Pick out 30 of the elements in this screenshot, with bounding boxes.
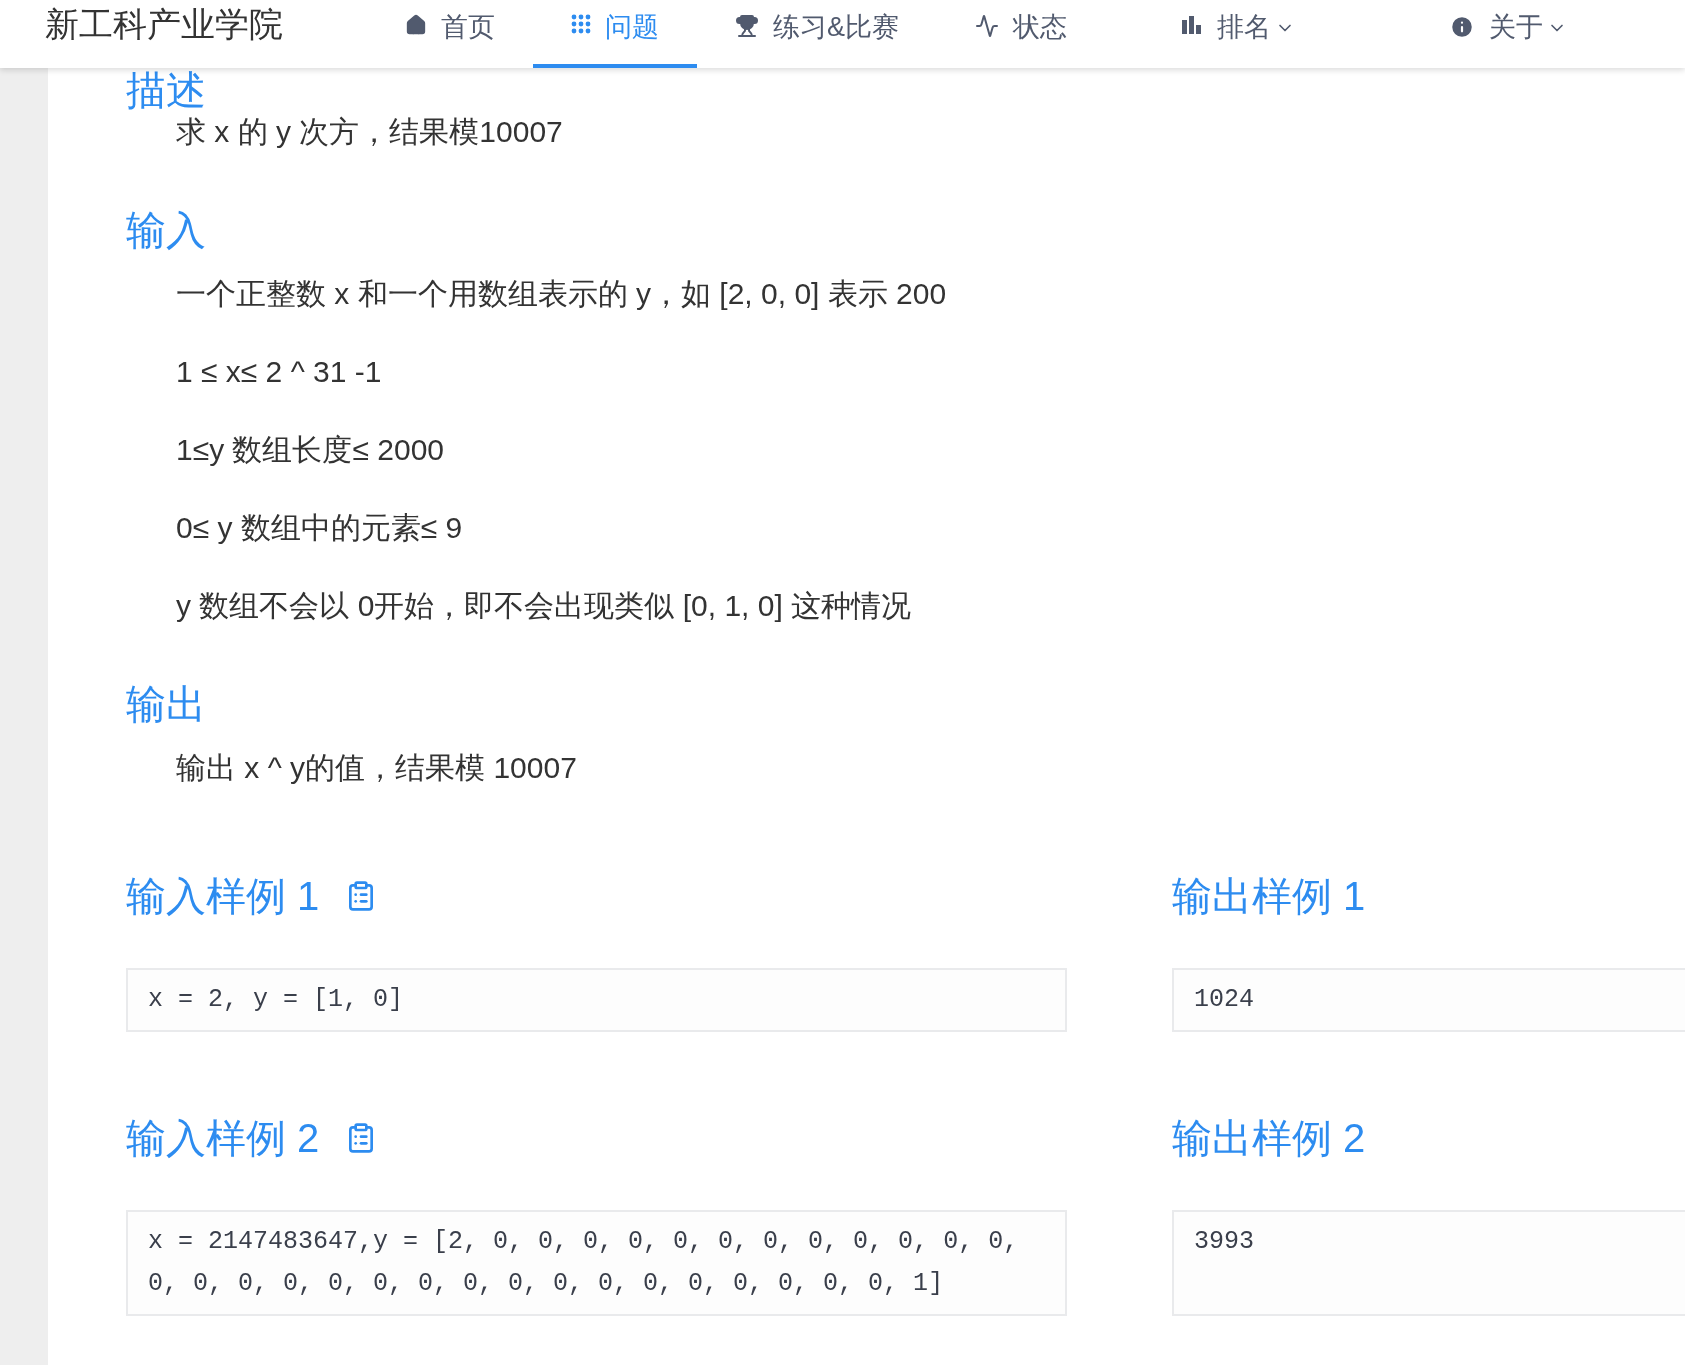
nav-menu-item[interactable]: 练习&比赛 <box>697 0 937 68</box>
sample-heading: 输入样例 2 <box>126 1115 320 1162</box>
sample-output-box: 3993 <box>1172 1210 1685 1316</box>
description-text: 输出 x ^ y的值，结果模 10007 <box>176 750 578 786</box>
sample-output-box: 1024 <box>1172 968 1685 1032</box>
sample-heading: 输入样例 1 <box>126 873 320 920</box>
info-icon <box>1449 14 1475 40</box>
pulse-icon <box>975 14 999 38</box>
section-heading: 描述 <box>126 70 207 110</box>
sample-input-box: x = 2147483647,y = [2, 0, 0, 0, 0, 0, 0, 0, 0, 0, 0, 0, 0, 0, 0, 0, 0, 0, 0, 0, 0, 0, 0, 0, 0, 0, 0, 0, 0, 0, 1] <box>126 1210 1067 1316</box>
description-text: 1≤y 数组长度≤ 2000 <box>176 432 446 468</box>
description-text: y 数组不会以 0开始，即不会出现类似 [0, 1, 0] 这种情况 <box>176 588 913 624</box>
sample-heading: 输出样例 2 <box>1172 1115 1367 1162</box>
description-text: 求 x 的 y 次方，结果模10007 <box>176 114 564 150</box>
grid-icon <box>571 14 591 34</box>
description-text: 0≤ y 数组中的元素≤ 9 <box>176 510 464 546</box>
description-text: 一个正整数 x 和一个用数组表示的 y，如 [2, 0, 0] 表示 200 <box>176 276 948 312</box>
bar-chart-icon <box>1181 14 1203 34</box>
sample-input-box: x = 2, y = [1, 0] <box>126 968 1067 1032</box>
home-icon <box>405 14 427 36</box>
trophy-icon <box>735 14 759 38</box>
section-heading: 输入 <box>126 207 207 254</box>
site-title: 新工科产业学院 <box>45 4 283 45</box>
section-heading: 输出 <box>126 681 207 728</box>
description-text: 1 ≤ x≤ 2 ^ 31 -1 <box>176 354 383 390</box>
nav-menu-item[interactable]: 排名 <box>1143 0 1333 68</box>
sample-heading: 输出样例 1 <box>1172 873 1367 920</box>
nav-menu-item[interactable]: 首页 <box>367 0 533 68</box>
nav-menu-item[interactable]: 状态 <box>937 0 1105 68</box>
nav-menu-item[interactable]: 关于 <box>1411 0 1605 68</box>
